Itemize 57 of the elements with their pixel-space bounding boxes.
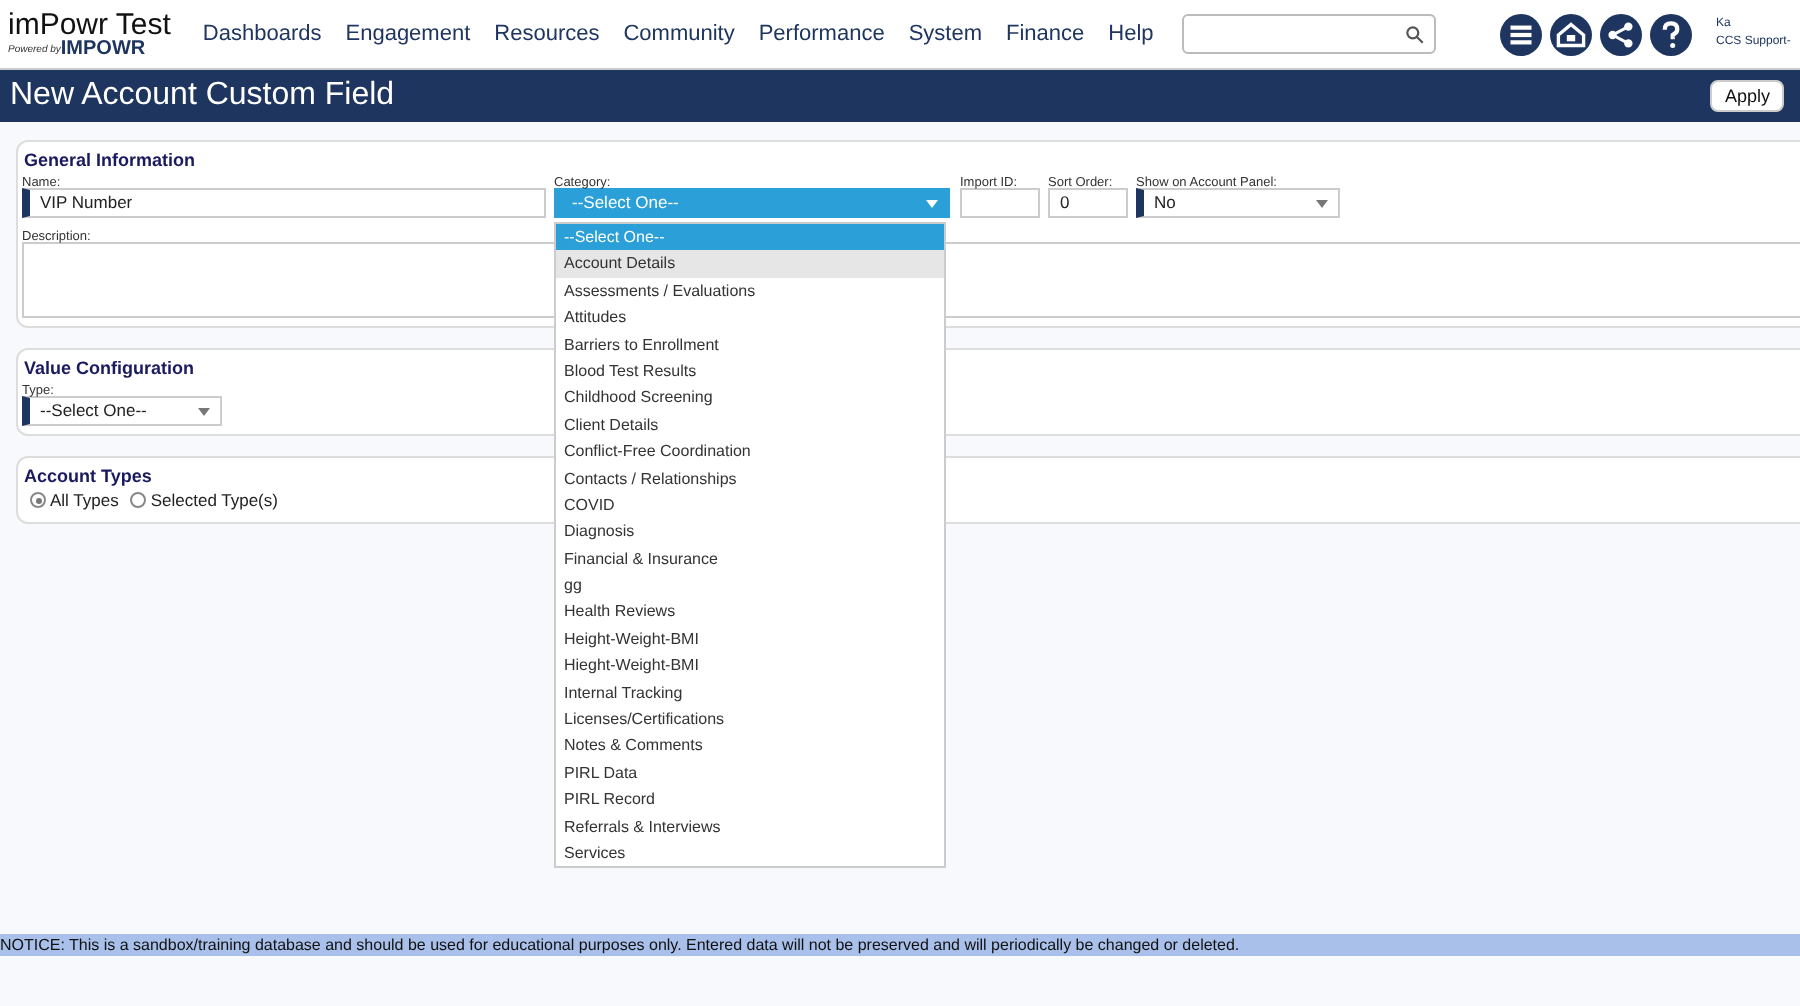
dropdown-option[interactable]: Client Details	[556, 411, 944, 439]
nav-link[interactable]: Performance	[758, 17, 885, 51]
apply-button[interactable]: Apply	[1710, 80, 1784, 112]
caret-icon	[1316, 199, 1328, 207]
input-field[interactable]	[960, 188, 1040, 218]
list-icon[interactable]	[1500, 13, 1542, 55]
caret-icon	[926, 199, 938, 207]
select-dropdown[interactable]: No	[1136, 188, 1340, 218]
page-title: New Account Custom Field	[10, 76, 395, 116]
nav-link[interactable]: System	[908, 17, 983, 51]
dropdown-option[interactable]: Notes & Comments	[556, 732, 944, 760]
nav-link[interactable]: Community	[623, 17, 735, 51]
dropdown-option[interactable]: Health Reviews	[556, 598, 944, 626]
dropdown-option[interactable]: Financial & Insurance	[556, 545, 944, 573]
dropdown-option[interactable]: Diagnosis	[556, 518, 944, 546]
input-field[interactable]: VIP Number	[22, 188, 546, 218]
dropdown-option[interactable]: Hieght-Weight-BMI	[556, 652, 944, 680]
dropdown-option[interactable]: Contacts / Relationships	[556, 465, 944, 492]
dropdown-option[interactable]: COVID	[556, 491, 944, 519]
section-heading: Account Types	[24, 464, 152, 488]
radio-button[interactable]	[130, 492, 147, 509]
help-icon[interactable]	[1650, 13, 1692, 55]
dropdown-option[interactable]: Assessments / Evaluations	[556, 277, 944, 305]
radio-button[interactable]	[30, 492, 46, 509]
section-heading: Value Configuration	[24, 356, 195, 380]
select-dropdown[interactable]: --Select One--	[22, 396, 222, 426]
nav-link[interactable]: Resources	[494, 17, 600, 51]
section-heading: General Information	[24, 148, 196, 172]
search-field[interactable]	[1181, 14, 1436, 54]
share-icon[interactable]	[1600, 13, 1642, 55]
dropdown-option[interactable]: Account Details	[556, 250, 944, 278]
radio-label: Selected Type(s)	[150, 488, 278, 514]
dropdown-option[interactable]: Childhood Screening	[556, 384, 944, 412]
caret-icon	[198, 407, 210, 415]
dropdown-option[interactable]: PIRL Data	[556, 759, 944, 787]
dropdown-option[interactable]: Referrals & Interviews	[556, 813, 944, 840]
dropdown-option[interactable]: Conflict-Free Coordination	[556, 438, 944, 466]
notice-bar: NOTICE: This is a sandbox/training database and should be used for educational purposes only. Entered data will not be preserved and will periodically be changed or deleted.	[0, 934, 1800, 956]
dropdown-option[interactable]: Internal Tracking	[556, 679, 944, 707]
input-field[interactable]: 0	[1048, 188, 1128, 218]
dropdown-option[interactable]: Blood Test Results	[556, 357, 944, 385]
app-title: imPowr Test	[8, 9, 171, 39]
nav-link[interactable]: Help	[1108, 17, 1154, 51]
home-icon[interactable]	[1550, 13, 1592, 55]
radio-label: All Types	[50, 488, 119, 514]
dropdown-option[interactable]: Services	[556, 839, 944, 867]
dropdown-option[interactable]: PIRL Record	[556, 786, 944, 814]
nav-link[interactable]: Engagement	[345, 17, 471, 51]
search-icon[interactable]	[1403, 23, 1426, 45]
brand-logo: IMPOWR	[60, 39, 146, 59]
dropdown-option[interactable]: gg	[556, 572, 944, 599]
dropdown-option[interactable]: Licenses/Certifications	[556, 706, 944, 733]
nav-link[interactable]: Finance	[1006, 17, 1085, 51]
dropdown-option[interactable]: Attitudes	[556, 304, 944, 332]
nav-link[interactable]: Dashboards	[202, 17, 322, 51]
dropdown-option[interactable]: Height-Weight-BMI	[556, 625, 944, 653]
dropdown-option[interactable]: Barriers to Enrollment	[556, 331, 944, 358]
